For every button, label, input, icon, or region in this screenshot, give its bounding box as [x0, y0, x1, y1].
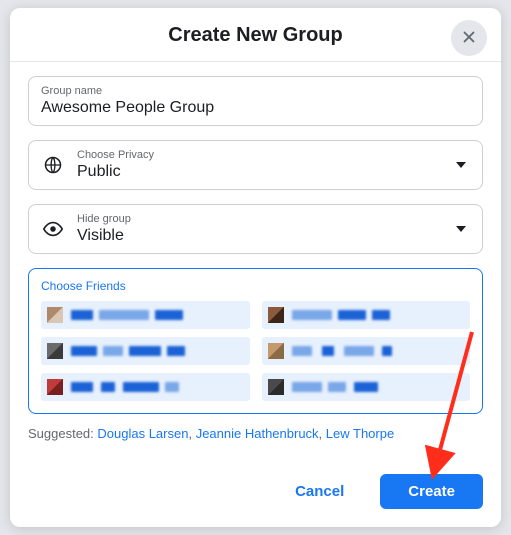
- redacted-text: [101, 382, 115, 392]
- modal-header: Create New Group: [10, 8, 501, 62]
- eye-icon: [41, 218, 65, 240]
- avatar: [47, 343, 63, 359]
- visibility-select[interactable]: Hide group Visible: [28, 204, 483, 254]
- suggested-prefix: Suggested:: [28, 426, 97, 441]
- avatar: [268, 343, 284, 359]
- redacted-text: [292, 310, 332, 320]
- friend-chip[interactable]: [262, 373, 471, 401]
- friend-chip[interactable]: [41, 337, 250, 365]
- redacted-text: [167, 346, 185, 356]
- redacted-text: [155, 310, 183, 320]
- redacted-text: [129, 346, 161, 356]
- redacted-text: [328, 382, 346, 392]
- suggested-link[interactable]: Douglas Larsen: [97, 426, 188, 441]
- modal-title: Create New Group: [10, 24, 501, 47]
- redacted-text: [71, 382, 93, 392]
- cancel-button[interactable]: Cancel: [267, 474, 372, 509]
- chevron-down-icon: [456, 162, 466, 168]
- privacy-select[interactable]: Choose Privacy Public: [28, 140, 483, 190]
- redacted-text: [292, 346, 312, 356]
- privacy-value: Public: [77, 163, 456, 181]
- choose-friends-box[interactable]: Choose Friends: [28, 268, 483, 414]
- group-name-field[interactable]: Group name: [28, 76, 483, 126]
- close-icon: [460, 28, 478, 49]
- redacted-text: [338, 310, 366, 320]
- redacted-text: [99, 310, 149, 320]
- chevron-down-icon: [456, 226, 466, 232]
- friend-chip[interactable]: [41, 301, 250, 329]
- redacted-text: [123, 382, 159, 392]
- friend-chip[interactable]: [262, 337, 471, 365]
- create-group-modal: Create New Group Group name Choose Priva…: [10, 8, 501, 527]
- avatar: [47, 307, 63, 323]
- redacted-text: [103, 346, 123, 356]
- friend-chip[interactable]: [41, 373, 250, 401]
- friend-chip-grid: [41, 301, 470, 401]
- modal-body: Group name Choose Privacy Public Hide gr…: [10, 62, 501, 422]
- visibility-label: Hide group: [77, 213, 456, 225]
- redacted-text: [71, 346, 97, 356]
- globe-icon: [41, 155, 65, 175]
- close-button[interactable]: [451, 20, 487, 56]
- group-name-input[interactable]: [41, 99, 470, 117]
- create-button[interactable]: Create: [380, 474, 483, 509]
- avatar: [268, 379, 284, 395]
- redacted-text: [344, 346, 374, 356]
- group-name-label: Group name: [41, 85, 470, 97]
- suggested-link[interactable]: Jeannie Hathenbruck: [196, 426, 319, 441]
- choose-friends-label: Choose Friends: [41, 279, 470, 293]
- redacted-text: [322, 346, 334, 356]
- redacted-text: [372, 310, 390, 320]
- avatar: [268, 307, 284, 323]
- redacted-text: [354, 382, 378, 392]
- suggested-link[interactable]: Lew Thorpe: [326, 426, 394, 441]
- avatar: [47, 379, 63, 395]
- modal-footer: Cancel Create: [10, 460, 501, 527]
- redacted-text: [292, 382, 322, 392]
- privacy-label: Choose Privacy: [77, 149, 456, 161]
- friend-chip[interactable]: [262, 301, 471, 329]
- visibility-value: Visible: [77, 227, 456, 245]
- suggested-friends: Suggested: Douglas Larsen, Jeannie Hathe…: [10, 426, 501, 441]
- redacted-text: [165, 382, 179, 392]
- redacted-text: [382, 346, 392, 356]
- redacted-text: [71, 310, 93, 320]
